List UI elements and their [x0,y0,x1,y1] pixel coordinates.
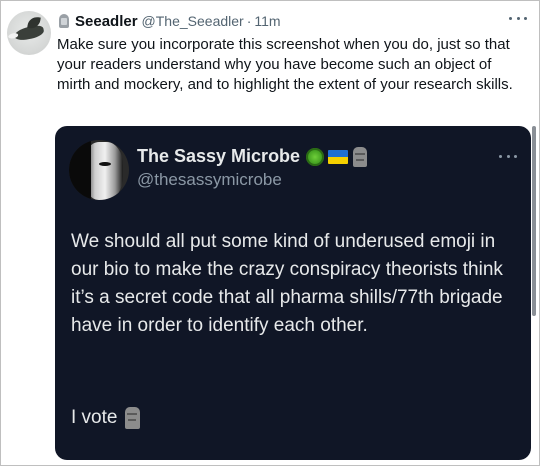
tweet-header: Seeadler @The_Seeadler · 11m [57,11,281,31]
tweet-text: Make sure you incorporate this screensho… [57,36,513,93]
author-handle[interactable]: @The_Seeadler [142,13,244,29]
quoted-tweet[interactable]: The Sassy Microbe @thesassymicrobe We sh… [55,126,531,460]
tweet-card: Seeadler @The_Seeadler · 11m Make sure y… [0,0,540,466]
author-name[interactable]: Seeadler [75,13,138,30]
moai-icon [353,146,368,167]
more-options-icon[interactable] [509,13,527,23]
quoted-author-name[interactable]: The Sassy Microbe [137,146,300,167]
separator: · [246,13,252,29]
timestamp[interactable]: 11m [254,13,280,29]
quoted-header: The Sassy Microbe [137,146,368,167]
quoted-more-options-icon[interactable] [499,153,517,159]
scrollbar[interactable] [532,126,536,316]
ukraine-flag-icon [328,149,349,164]
quoted-vote-line: I vote [71,404,141,432]
quoted-avatar[interactable] [69,140,129,200]
avatar[interactable] [7,11,51,55]
quoted-author-handle[interactable]: @thesassymicrobe [137,170,282,190]
moai-icon [125,407,141,429]
microbe-icon [306,147,325,166]
quoted-tweet-text: We should all put some kind of underused… [71,231,503,336]
vote-text: I vote [71,407,118,428]
moai-small-icon [57,14,71,28]
eagle-icon [13,24,45,42]
